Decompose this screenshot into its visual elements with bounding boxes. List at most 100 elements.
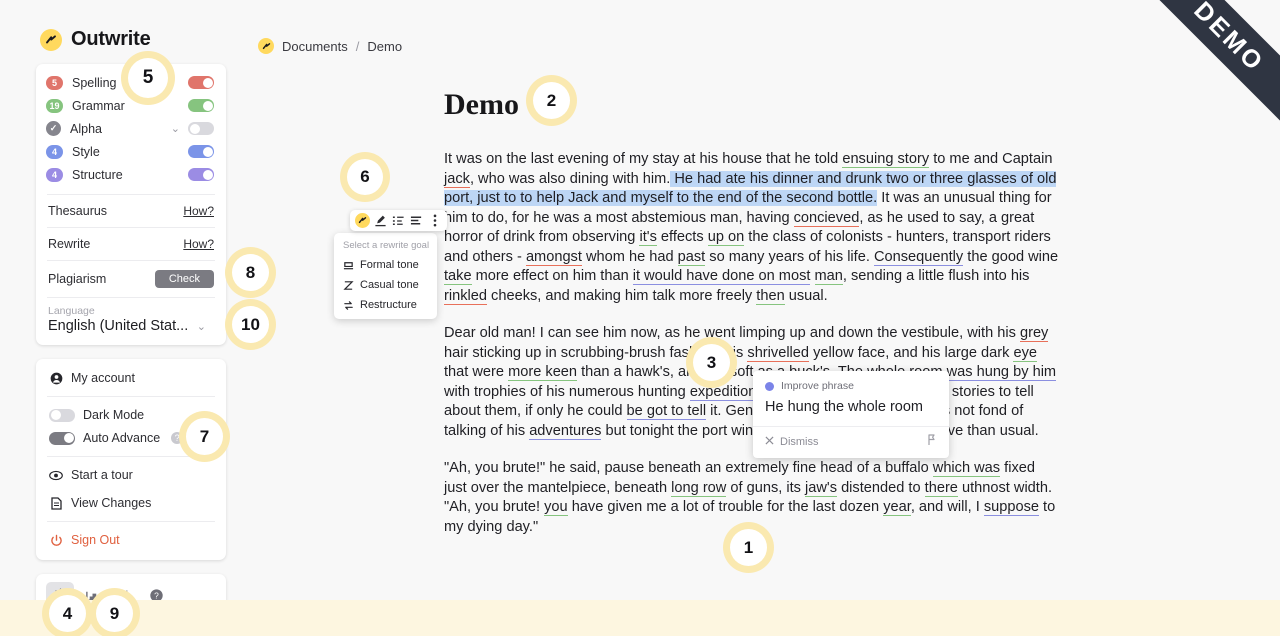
thesaurus-how-link[interactable]: How? — [183, 204, 214, 218]
flag-icon[interactable] — [927, 433, 937, 451]
callout-badge-6: 6 — [347, 159, 383, 195]
spelling-count-badge: 5 — [46, 75, 63, 90]
menu-label-dark-mode: Dark Mode — [83, 408, 145, 422]
language-selector[interactable]: Language English (United Stat... ⌄ — [36, 298, 226, 345]
restructure-icon — [343, 300, 354, 311]
plagiarism-check-button[interactable]: Check — [154, 270, 214, 288]
suggestion-shrivelled[interactable]: shrivelled — [747, 344, 810, 362]
more-vertical-icon[interactable] — [427, 213, 442, 228]
document-body[interactable]: It was on the last evening of my stay at… — [444, 150, 1060, 555]
menu-label-my-account: My account — [71, 371, 135, 385]
suggestion-it-would-have-done[interactable]: it would have done on most — [632, 268, 811, 285]
suggestion-there[interactable]: there — [924, 479, 958, 497]
suggestion-text[interactable]: He hung the whole room — [753, 395, 949, 426]
menu-label-casual-tone: Casual tone — [360, 279, 419, 291]
highlighter-icon[interactable] — [373, 213, 388, 228]
suggestion-more-keen[interactable]: more keen — [508, 364, 578, 381]
suggestion-type-label: Improve phrase — [781, 380, 854, 392]
eye-icon — [49, 468, 63, 482]
tool-row-plagiarism[interactable]: Plagiarism Check — [36, 261, 226, 297]
close-icon — [765, 436, 774, 448]
check-row-grammar[interactable]: 19 Grammar — [36, 94, 226, 117]
check-row-structure[interactable]: 4 Structure — [36, 163, 226, 186]
toggle-structure[interactable] — [188, 168, 214, 181]
check-row-alpha[interactable]: ✓ Alpha ⌄ — [36, 117, 226, 140]
formal-tone-icon — [343, 260, 354, 271]
toggle-spelling[interactable] — [188, 76, 214, 89]
breadcrumb-item-demo[interactable]: Demo — [367, 39, 402, 54]
suggestion-be-got-to-tell[interactable]: be got to tell — [626, 403, 707, 420]
suggestion-adventures[interactable]: adventures — [529, 422, 602, 440]
improve-phrase-card[interactable]: Improve phrase He hung the whole room Di… — [753, 371, 949, 458]
callout-badge-4: 4 — [49, 595, 86, 632]
chevron-down-icon[interactable]: ⌄ — [171, 122, 180, 135]
suggestion-its[interactable]: it's — [639, 229, 657, 246]
menu-label-formal-tone: Formal tone — [360, 259, 419, 271]
paragraph-2[interactable]: Dear old man! I can see him now, as he w… — [444, 324, 1060, 441]
check-label-style: Style — [72, 144, 100, 159]
rewrite-goal-menu[interactable]: Select a rewrite goal Formal tone Casual… — [334, 233, 437, 319]
menu-item-restructure[interactable]: Restructure — [334, 295, 437, 315]
toggle-auto-advance[interactable] — [49, 431, 75, 445]
dismiss-button[interactable]: Dismiss — [765, 436, 819, 448]
suggestion-year[interactable]: year — [883, 499, 911, 516]
suggestion-ensuing-story[interactable]: ensuing story — [842, 151, 930, 168]
grammar-count-badge: 19 — [46, 98, 63, 113]
menu-item-my-account[interactable]: My account — [36, 364, 226, 392]
suggestion-take[interactable]: take — [444, 268, 472, 285]
callout-badge-9: 9 — [96, 595, 133, 632]
menu-label-start-a-tour: Start a tour — [71, 468, 133, 482]
suggestion-consequently[interactable]: Consequently — [873, 248, 964, 266]
suggestion-then[interactable]: then — [756, 287, 785, 305]
toggle-dark-mode[interactable] — [49, 408, 75, 422]
toggle-style[interactable] — [188, 145, 214, 158]
suggestion-amongst[interactable]: amongst — [525, 248, 582, 266]
rewrite-how-link[interactable]: How? — [183, 237, 214, 251]
style-count-badge: 4 — [46, 144, 63, 159]
menu-item-view-changes[interactable]: View Changes — [36, 489, 226, 517]
menu-item-casual-tone[interactable]: Casual tone — [334, 275, 437, 295]
help-icon[interactable]: ? — [171, 432, 184, 444]
suggestion-long-row[interactable]: long row — [671, 479, 727, 497]
suggestion-man[interactable]: man — [814, 268, 843, 285]
outwrite-arrow-logo-icon[interactable] — [355, 213, 370, 228]
long-list-icon[interactable] — [409, 213, 424, 228]
suggestion-suppose[interactable]: suppose — [983, 499, 1039, 516]
suggestion-grey[interactable]: grey — [1019, 325, 1049, 342]
paragraph-3[interactable]: "Ah, you brute!" he said, pause beneath … — [444, 459, 1060, 537]
check-row-style[interactable]: 4 Style — [36, 140, 226, 163]
toggle-alpha[interactable] — [188, 122, 214, 135]
tool-label-thesaurus: Thesaurus — [48, 204, 108, 218]
suggestion-past[interactable]: past — [677, 248, 706, 266]
check-label-structure: Structure — [72, 167, 123, 182]
suggestion-you[interactable]: you — [544, 499, 568, 516]
suggestion-jaws[interactable]: jaw's — [805, 479, 838, 497]
suggestion-eye[interactable]: eye — [1013, 344, 1037, 362]
power-icon — [49, 533, 63, 547]
breadcrumb-item-documents[interactable]: Documents — [282, 39, 348, 54]
tool-row-thesaurus[interactable]: Thesaurus How? — [36, 195, 226, 227]
callout-badge-10: 10 — [232, 306, 269, 343]
suggestion-up-on[interactable]: up on — [707, 229, 745, 246]
paragraph-1[interactable]: It was on the last evening of my stay at… — [444, 150, 1060, 306]
tool-row-rewrite[interactable]: Rewrite How? — [36, 228, 226, 260]
outwrite-arrow-logo-icon — [40, 28, 62, 51]
tool-label-rewrite: Rewrite — [48, 237, 91, 251]
suggestion-type-dot-icon — [765, 381, 774, 391]
short-list-icon[interactable] — [391, 213, 406, 228]
tool-label-plagiarism: Plagiarism — [48, 272, 107, 286]
help-icon[interactable]: ? — [142, 582, 170, 600]
menu-item-start-a-tour[interactable]: Start a tour — [36, 461, 226, 489]
chart-icon[interactable] — [78, 582, 106, 600]
suggestion-jack[interactable]: jack — [444, 170, 470, 188]
rewrite-toolbar[interactable] — [350, 210, 447, 231]
suggestion-which-was[interactable]: which was — [932, 460, 1001, 477]
user-circle-icon — [49, 371, 63, 385]
toggle-grammar[interactable] — [188, 99, 214, 112]
chevron-down-icon[interactable]: ⌄ — [197, 320, 206, 333]
suggestion-concieved[interactable]: concieved — [793, 209, 860, 227]
suggestion-rinkled[interactable]: rinkled — [444, 287, 487, 305]
outwrite-arrow-logo-icon[interactable] — [258, 38, 274, 54]
menu-item-formal-tone[interactable]: Formal tone — [334, 255, 437, 275]
menu-item-sign-out[interactable]: Sign Out — [36, 526, 226, 554]
